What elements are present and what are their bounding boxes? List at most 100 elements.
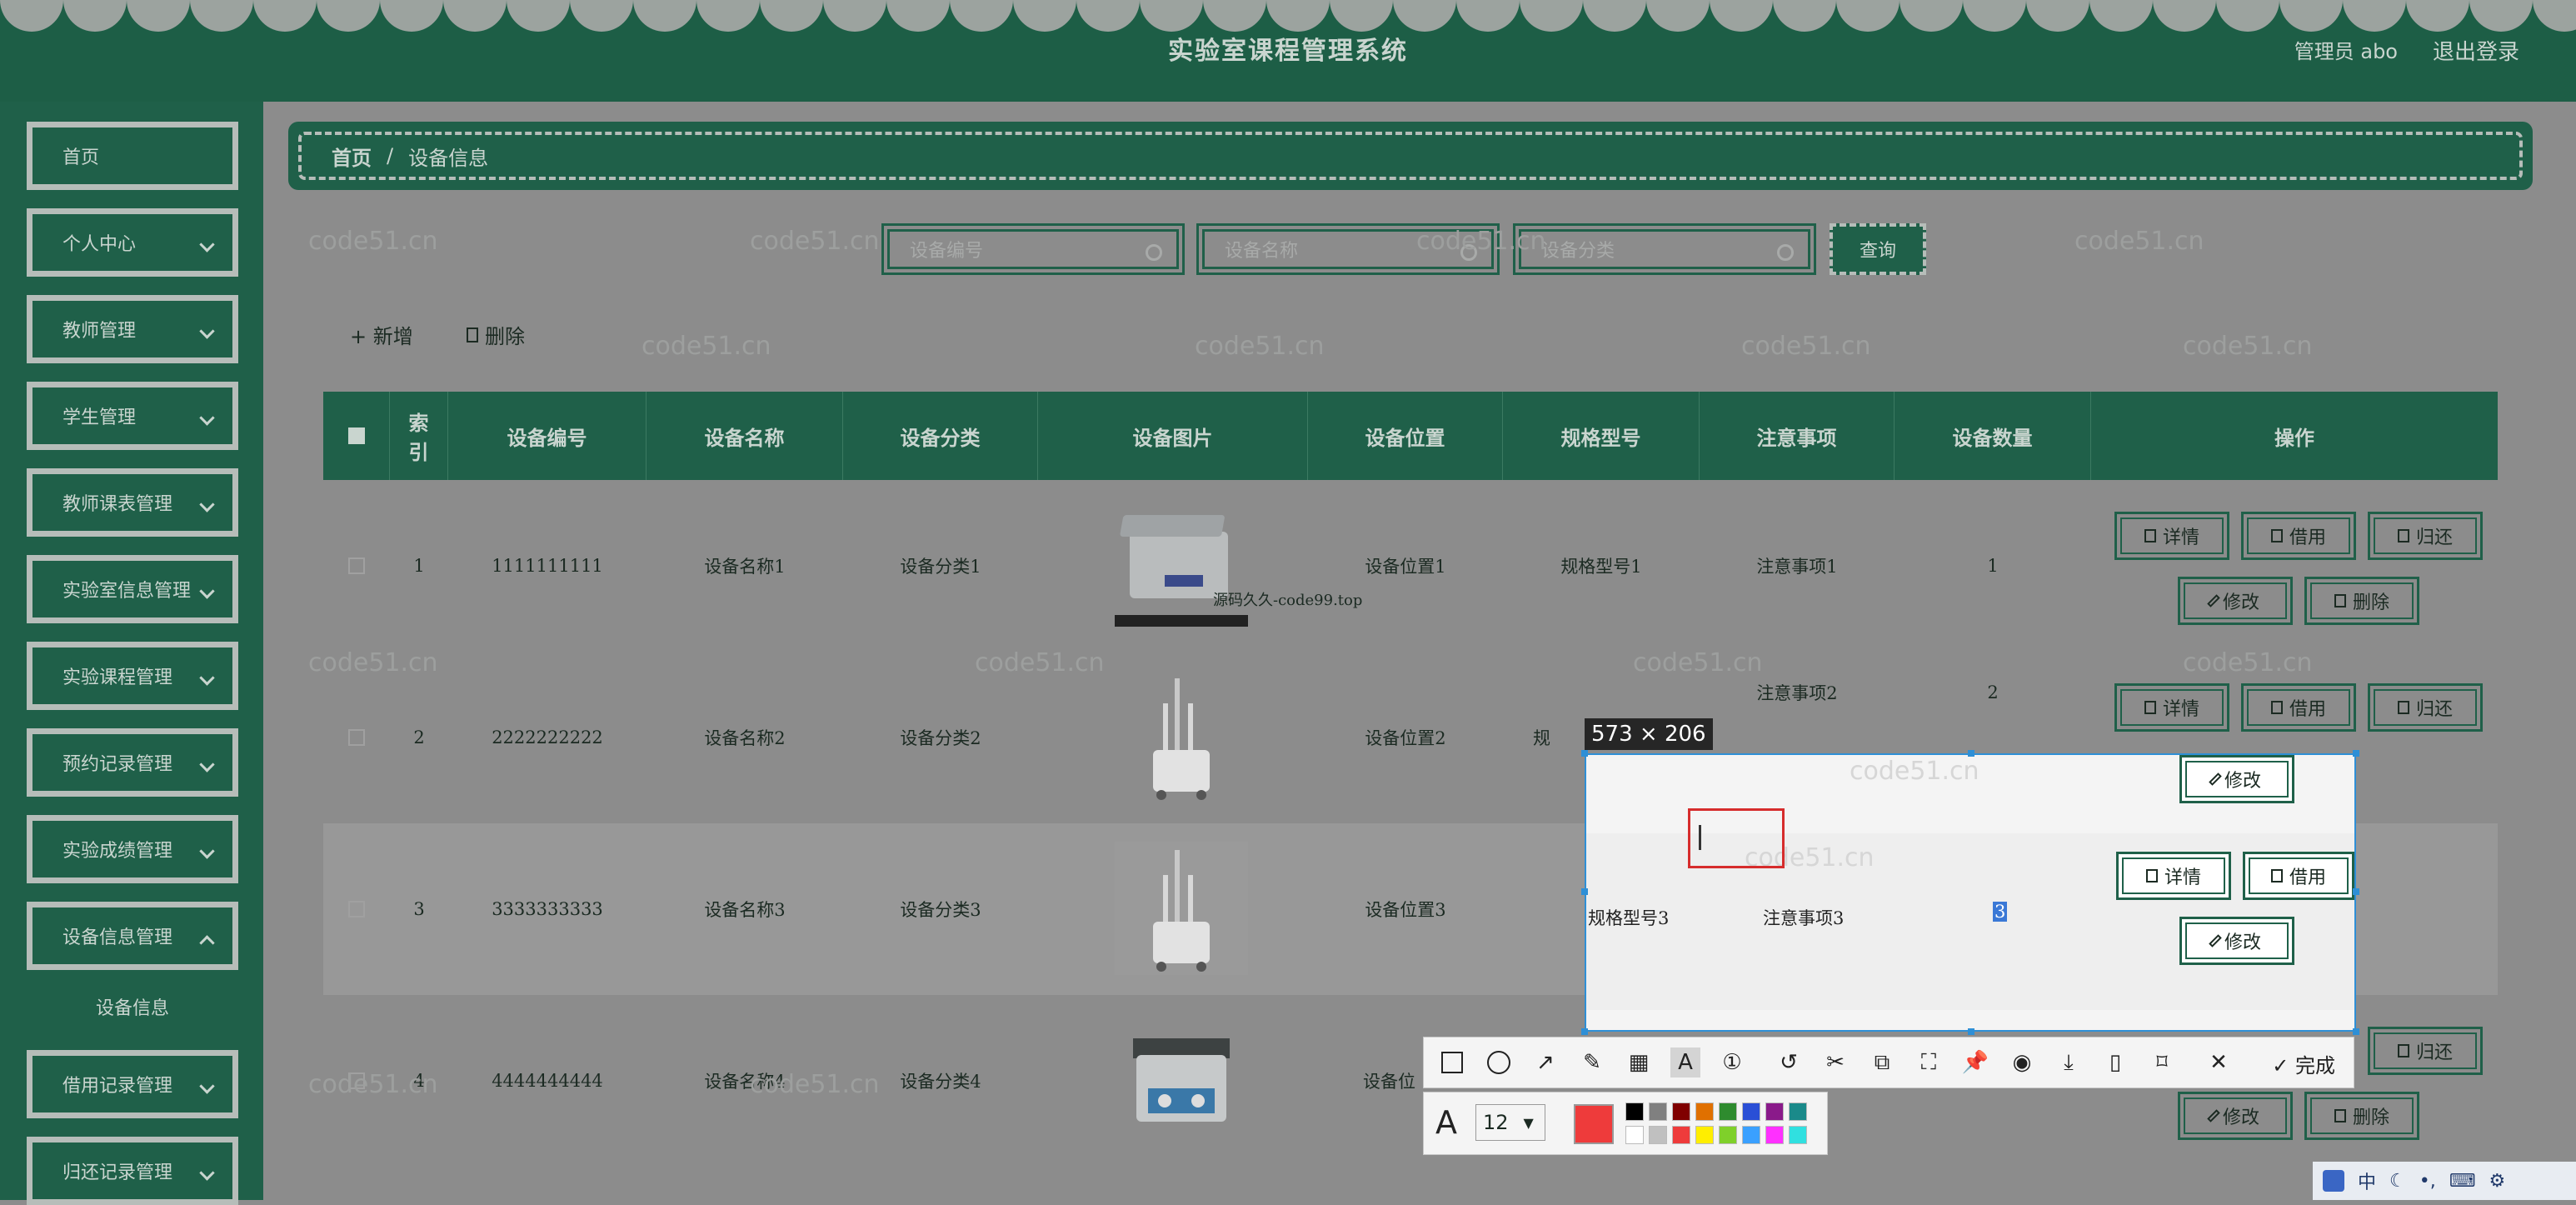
color-swatch[interactable] [1765, 1126, 1784, 1144]
color-swatch[interactable] [1765, 1102, 1784, 1121]
color-swatch[interactable] [1625, 1102, 1644, 1121]
sidebar-subitem-equipment-info[interactable]: 设备信息 [27, 982, 238, 1032]
ocr-icon[interactable]: ⧉ [1867, 1048, 1897, 1078]
arrow-tool-icon[interactable]: ↗ [1530, 1048, 1560, 1078]
long-screenshot-icon[interactable]: ⛶ [1914, 1048, 1944, 1078]
undo-icon[interactable]: ↺ [1774, 1048, 1804, 1078]
sidebar-item-lab-info[interactable]: 实验室信息管理 [27, 555, 238, 623]
borrow-button[interactable]: 借用 [2243, 852, 2354, 900]
sidebar-item-lab-grades[interactable]: 实验成绩管理 [27, 815, 238, 883]
number-marker-tool-icon[interactable]: ① [1717, 1048, 1747, 1078]
moon-icon[interactable]: ☾ [2389, 1171, 2406, 1192]
color-swatch[interactable] [1719, 1126, 1737, 1144]
logout-link[interactable]: 退出登录 [2433, 35, 2519, 66]
edit-button[interactable]: 修改 [2179, 917, 2294, 965]
current-color-swatch[interactable] [1574, 1104, 1614, 1144]
sidebar-item-equipment-management[interactable]: 设备信息管理 [27, 902, 238, 970]
row-checkbox[interactable] [323, 480, 390, 652]
color-swatch[interactable] [1649, 1102, 1667, 1121]
resize-handle[interactable] [1968, 1028, 1974, 1035]
breadcrumb-current: 设备信息 [408, 146, 489, 170]
equipment-category-search-input[interactable]: 设备分类 [1513, 223, 1816, 275]
close-icon[interactable]: ✕ [2204, 1048, 2234, 1078]
color-swatch[interactable] [1695, 1126, 1714, 1144]
color-swatch[interactable] [1672, 1102, 1690, 1121]
detail-button[interactable]: 详情 [2114, 683, 2229, 732]
return-button[interactable]: 归还 [2368, 683, 2483, 732]
resize-handle[interactable] [1968, 750, 1974, 757]
text-annotation-box[interactable] [1688, 808, 1785, 868]
resize-handle[interactable] [2353, 1028, 2359, 1035]
device-icon[interactable]: ▯ [2100, 1048, 2130, 1078]
sidebar-item-personal-center[interactable]: 个人中心 [27, 208, 238, 277]
resize-handle[interactable] [2353, 750, 2359, 757]
pen-tool-icon[interactable]: ✎ [1577, 1048, 1607, 1078]
delete-button[interactable]: 删除 [2304, 1092, 2419, 1140]
add-button[interactable]: + 新增 [350, 320, 413, 349]
sidebar-item-teacher-management[interactable]: 教师管理 [27, 295, 238, 363]
color-swatch[interactable] [1719, 1102, 1737, 1121]
cell-quantity: 3 [1993, 902, 2008, 922]
equipment-name-search-input[interactable]: 设备名称 [1196, 223, 1500, 275]
color-swatch[interactable] [1742, 1102, 1760, 1121]
app-tray-icon[interactable] [2323, 1170, 2344, 1192]
col-code: 设备编号 [448, 392, 646, 480]
sidebar-item-borrow-records[interactable]: 借用记录管理 [27, 1050, 238, 1118]
edit-button[interactable]: 修改 [2179, 755, 2294, 803]
color-swatch[interactable] [1789, 1126, 1807, 1144]
delete-button[interactable]: 删除 [2304, 577, 2419, 625]
ellipse-tool-icon[interactable] [1484, 1048, 1514, 1078]
mosaic-tool-icon[interactable]: ▦ [1624, 1048, 1654, 1078]
resize-handle[interactable] [1581, 750, 1588, 757]
edit-button[interactable]: 修改 [2178, 577, 2293, 625]
document-icon [2270, 701, 2283, 714]
ime-indicator[interactable]: 中 [2358, 1168, 2376, 1194]
punctuation-icon[interactable]: •, [2419, 1171, 2436, 1192]
color-swatch[interactable] [1625, 1126, 1644, 1144]
rectangle-tool-icon[interactable] [1437, 1048, 1467, 1078]
select-all-checkbox[interactable] [323, 392, 390, 480]
sidebar-item-lab-course[interactable]: 实验课程管理 [27, 642, 238, 710]
borrow-button[interactable]: 借用 [2241, 512, 2356, 560]
row-checkbox[interactable] [323, 995, 390, 1167]
batch-delete-button[interactable]: 删除 [467, 320, 525, 349]
row-checkbox[interactable] [323, 652, 390, 823]
keyboard-icon[interactable]: ⌨ [2449, 1171, 2476, 1192]
chevron-down-icon [199, 323, 215, 339]
breadcrumb-home[interactable]: 首页 [332, 142, 372, 171]
resize-handle[interactable] [1581, 1028, 1588, 1035]
scissors-icon[interactable]: ✂ [1820, 1048, 1850, 1078]
bookmark-icon[interactable]: ⌑ [2147, 1048, 2177, 1078]
color-swatch[interactable] [1672, 1126, 1690, 1144]
row-checkbox[interactable] [323, 823, 390, 995]
return-button[interactable]: 归还 [2368, 512, 2483, 560]
borrow-button[interactable]: 借用 [2241, 683, 2356, 732]
sidebar-item-label: 教师课表管理 [62, 494, 173, 515]
sidebar-item-return-records[interactable]: 归还记录管理 [27, 1137, 238, 1205]
sidebar-item-student-management[interactable]: 学生管理 [27, 382, 238, 450]
sidebar-item-teacher-schedule[interactable]: 教师课表管理 [27, 468, 238, 537]
resize-handle[interactable] [2353, 888, 2359, 895]
download-icon[interactable]: ⤓ [2054, 1048, 2084, 1078]
font-size-select[interactable]: 12 ▼ [1475, 1104, 1545, 1141]
sidebar-item-home[interactable]: 首页 [27, 122, 238, 190]
settings-icon[interactable]: ⚙ [2489, 1171, 2506, 1192]
resize-handle[interactable] [1581, 888, 1588, 895]
done-button[interactable]: ✓ 完成 [2272, 1049, 2335, 1078]
query-button[interactable]: 查询 [1830, 223, 1926, 275]
return-button[interactable]: 归还 [2368, 1027, 2483, 1075]
detail-button[interactable]: 详情 [2114, 512, 2229, 560]
edit-button[interactable]: 修改 [2178, 1092, 2293, 1140]
color-swatch[interactable] [1649, 1126, 1667, 1144]
color-swatch[interactable] [1742, 1126, 1760, 1144]
color-swatch[interactable] [1789, 1102, 1807, 1121]
detail-button[interactable]: 详情 [2116, 852, 2231, 900]
equipment-code-search-input[interactable]: 设备编号 [881, 223, 1185, 275]
text-tool-icon[interactable]: A [1670, 1048, 1700, 1078]
record-icon[interactable]: ◉ [2007, 1048, 2037, 1078]
pin-icon[interactable]: 📌 [1960, 1048, 1990, 1078]
cell-index: 1 [413, 556, 425, 576]
screenshot-selection-area[interactable]: 规格型号3 注意事项3 3 code51.cn code51.cn 详情 借用 … [1585, 753, 2356, 1032]
sidebar-item-reservation[interactable]: 预约记录管理 [27, 728, 238, 797]
color-swatch[interactable] [1695, 1102, 1714, 1121]
